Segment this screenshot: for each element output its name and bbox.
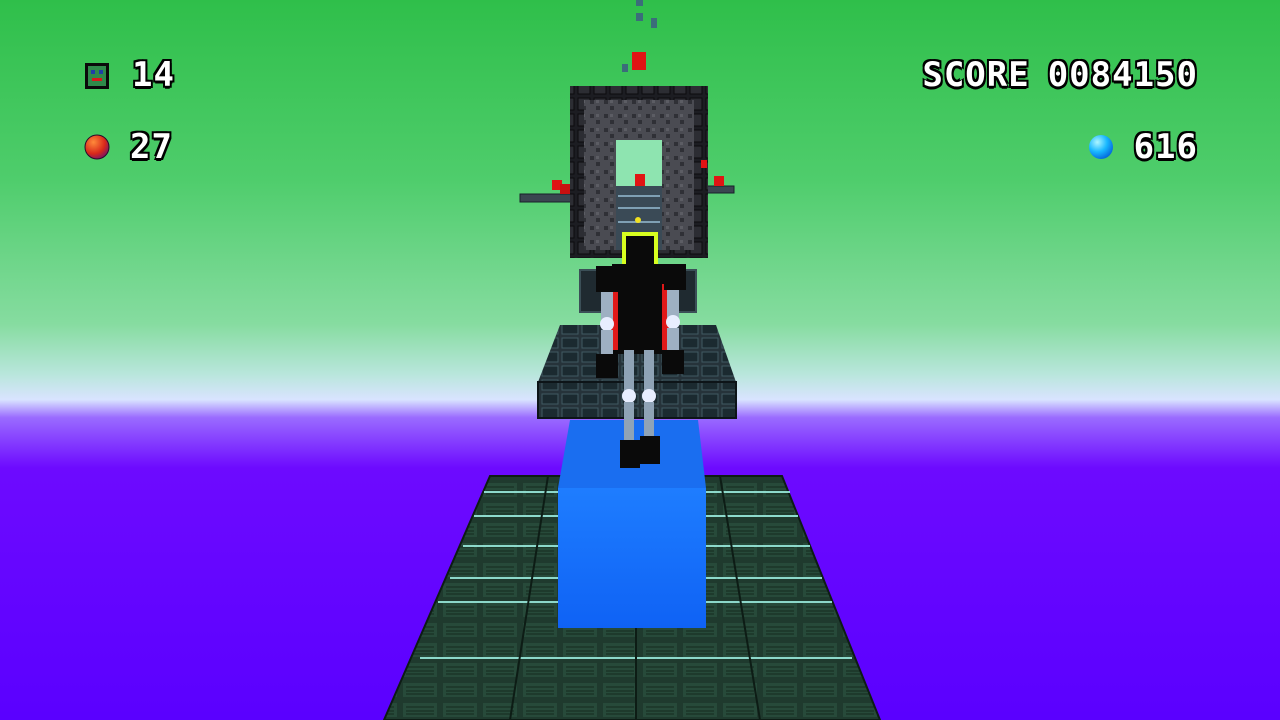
game-scene [0, 0, 1280, 720]
lives-counter: 14 [132, 55, 175, 95]
score-value: 0084150 [1047, 55, 1198, 95]
score-label: SCORE [922, 55, 1030, 95]
red-orb-icon [84, 134, 110, 160]
gems-counter: 616 [1133, 127, 1198, 167]
orbs-counter: 27 [130, 127, 173, 167]
score-display: SCORE 0084150 [922, 58, 1198, 92]
robot-face-icon [85, 63, 109, 89]
game-viewport[interactable]: 14 27 SCORE 0084150 616 [0, 0, 1280, 720]
blue-gem-icon [1089, 135, 1113, 159]
